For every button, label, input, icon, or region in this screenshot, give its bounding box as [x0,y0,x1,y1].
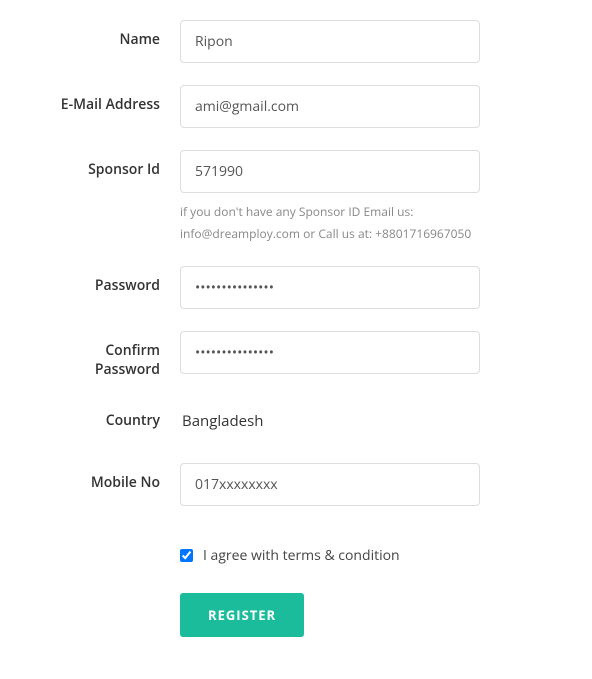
terms-row: I agree with terms & condition REGISTER [40,528,552,637]
password-label: Password [40,266,180,295]
country-label: Country [40,401,180,430]
country-row: Country Bangladesh [40,401,552,441]
register-button[interactable]: REGISTER [180,593,304,637]
mobile-label: Mobile No [40,463,180,492]
sponsor-help-text: if you don't have any Sponsor ID Email u… [180,201,480,244]
country-value: Bangladesh [180,401,480,441]
mobile-row: Mobile No [40,463,552,506]
sponsor-input[interactable] [180,150,480,193]
name-row: Name [40,20,552,63]
email-row: E-Mail Address [40,85,552,128]
confirm-password-input[interactable] [180,331,480,374]
sponsor-row: Sponsor Id if you don't have any Sponsor… [40,150,552,244]
name-label: Name [40,20,180,49]
email-input[interactable] [180,85,480,128]
register-form: Name E-Mail Address Sponsor Id if you do… [40,20,552,637]
password-row: Password [40,266,552,309]
confirm-password-row: Confirm Password [40,331,552,379]
terms-checkbox[interactable] [180,549,193,562]
confirm-password-label: Confirm Password [40,331,180,379]
terms-label: I agree with terms & condition [203,546,400,565]
email-label: E-Mail Address [40,85,180,114]
sponsor-label: Sponsor Id [40,150,180,179]
name-input[interactable] [180,20,480,63]
mobile-input[interactable] [180,463,480,506]
password-input[interactable] [180,266,480,309]
